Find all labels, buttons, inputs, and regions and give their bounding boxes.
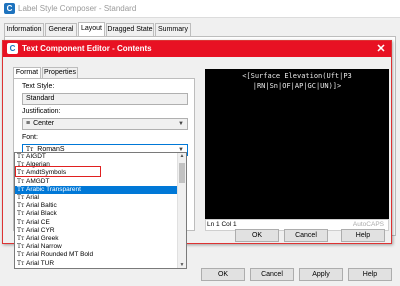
dialog-help-button[interactable]: Help	[341, 229, 385, 242]
tab-general[interactable]: General	[45, 23, 77, 36]
scroll-down-icon[interactable]: ▼	[178, 262, 186, 268]
font-name: Arial	[26, 194, 40, 201]
highlight-box	[15, 166, 101, 177]
truetype-font-icon: Tт	[17, 194, 25, 201]
dialog-cancel-button[interactable]: Cancel	[284, 229, 328, 242]
outer-apply-button[interactable]: Apply	[299, 268, 343, 281]
font-list-item[interactable]: Tт AIGDT	[15, 153, 177, 161]
font-name: Arabic Transparent	[26, 185, 81, 193]
font-name: Arial Greek	[26, 235, 59, 242]
dialog-title-bar: C Text Component Editor - Contents ✕	[3, 41, 391, 57]
font-list-item[interactable]: Tт Arial CYR	[15, 227, 177, 235]
font-list-item[interactable]: Tт Arial Narrow	[15, 243, 177, 251]
text-editor-area[interactable]: <[Surface Elevation(Uft|P3 |RN|Sn|OF|AP|…	[205, 69, 389, 219]
truetype-font-icon: Tт	[17, 226, 25, 234]
font-list-item[interactable]: Tт Arial TUR	[15, 260, 177, 268]
editor-line-2: |RN|Sn|OF|AP|GC|UN)]>	[252, 82, 342, 90]
font-list-item[interactable]: Tт Arial CE	[15, 219, 177, 227]
tab-dragged-state[interactable]: Dragged State	[106, 23, 154, 36]
truetype-font-icon: Tт	[17, 218, 25, 226]
truetype-font-icon: Tт	[17, 251, 25, 259]
font-name: Arial CYR	[26, 226, 55, 234]
root: C Label Style Composer - Standard Inform…	[0, 0, 400, 286]
font-name: Arial Baltic	[26, 202, 57, 210]
font-list-item[interactable]: Tт Arial	[15, 194, 177, 202]
font-label: Font:	[22, 134, 38, 141]
scroll-thumb[interactable]	[179, 163, 185, 183]
font-name: AIGDT	[26, 153, 46, 160]
tab-layout[interactable]: Layout	[78, 22, 105, 36]
font-list-item[interactable]: Tт Arial Baltic	[15, 202, 177, 210]
truetype-font-icon: Tт	[17, 177, 25, 185]
truetype-font-icon: Tт	[17, 259, 25, 267]
dialog-title: Text Component Editor - Contents	[22, 44, 152, 53]
truetype-font-icon: Tт	[17, 185, 25, 193]
truetype-font-icon: Tт	[17, 153, 25, 160]
font-list-item[interactable]: Tт Arial Black	[15, 210, 177, 218]
close-icon[interactable]: ✕	[374, 42, 388, 56]
font-list-item[interactable]: Tт Arial Greek	[15, 235, 177, 243]
tab-information[interactable]: Information	[4, 23, 44, 36]
justification-combo[interactable]: ≡ Center ▼	[22, 118, 188, 130]
truetype-font-icon: Tт	[17, 202, 25, 210]
justification-value: Center	[33, 120, 55, 127]
outer-window-title: Label Style Composer - Standard	[18, 4, 137, 13]
truetype-font-icon: Tт	[17, 243, 25, 251]
outer-help-button[interactable]: Help	[348, 268, 392, 281]
dialog-ok-button[interactable]: OK	[235, 229, 279, 242]
font-name: AMGDT	[26, 177, 50, 185]
cursor-position: Ln 1 Col 1	[207, 221, 237, 228]
truetype-font-icon: Tт	[17, 235, 25, 242]
dropdown-scrollbar[interactable]: ▲ ▼	[177, 153, 186, 268]
outer-title-bar: C Label Style Composer - Standard	[0, 0, 400, 18]
truetype-font-icon: Tт	[17, 210, 25, 218]
justification-label: Justification:	[22, 108, 61, 115]
font-name: Arial Rounded MT Bold	[26, 251, 94, 259]
editor-line-1: <[Surface Elevation(Uft|P3	[242, 72, 352, 80]
font-name: Arial Black	[26, 210, 57, 218]
font-list-item[interactable]: Tт Arial Rounded MT Bold	[15, 251, 177, 259]
app-icon: C	[4, 3, 15, 14]
text-style-field: Standard	[22, 93, 188, 105]
font-name: Arial Narrow	[26, 243, 62, 251]
font-name: Arial TUR	[26, 259, 55, 267]
dialog-app-icon: C	[7, 43, 18, 54]
outer-cancel-button[interactable]: Cancel	[250, 268, 294, 281]
scroll-up-icon[interactable]: ▲	[178, 153, 186, 159]
outer-ok-button[interactable]: OK	[201, 268, 245, 281]
text-style-label: Text Style:	[22, 83, 55, 90]
tab-format[interactable]: Format	[13, 67, 41, 78]
font-list-item[interactable]: Tт AMGDT	[15, 178, 177, 186]
tab-summary[interactable]: Summary	[155, 23, 191, 36]
font-name: Arial CE	[26, 218, 50, 226]
chevron-down-icon: ▼	[178, 121, 184, 127]
font-list-item[interactable]: Tт Arabic Transparent	[15, 185, 177, 194]
tab-properties[interactable]: Properties	[42, 67, 78, 78]
align-center-icon: ≡	[26, 120, 31, 127]
